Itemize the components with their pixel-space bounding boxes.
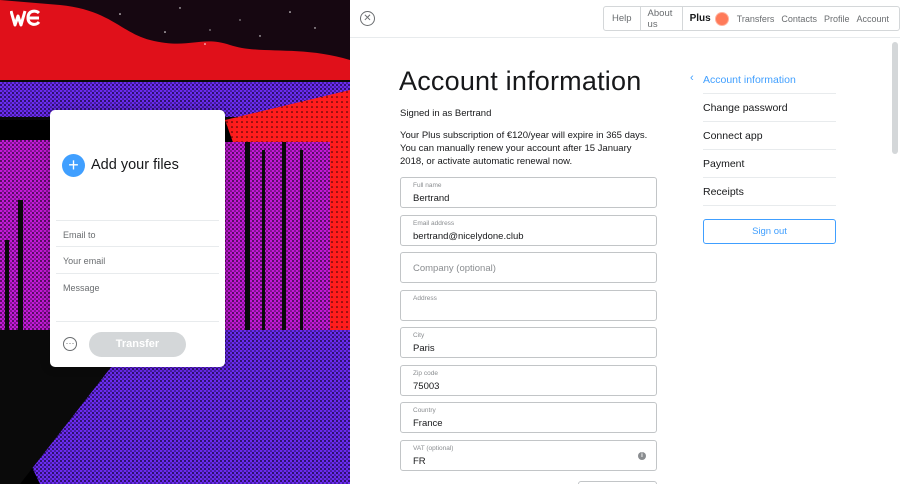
chevron-left-icon: ‹ <box>690 72 694 84</box>
page-title: Account information <box>399 66 642 96</box>
subscription-text: Your Plus subscription of €120/year will… <box>400 130 648 167</box>
avatar[interactable] <box>714 11 729 26</box>
account-side-menu: ‹ Account information Change password Co… <box>690 66 836 206</box>
side-item-label: Account information <box>703 73 796 86</box>
nav-profile[interactable]: Profile <box>824 14 850 24</box>
field-value: 75003 <box>413 381 440 392</box>
company-field[interactable]: Company (optional) <box>400 252 657 283</box>
email-to-field[interactable]: Email to <box>56 220 219 247</box>
close-icon[interactable]: ✕ <box>360 11 375 26</box>
side-item-payment[interactable]: Payment <box>703 150 836 178</box>
top-navigation: Help About us Plus Transfers Contacts Pr… <box>603 6 900 31</box>
scrollbar[interactable] <box>892 42 898 154</box>
field-label: VAT (optional) <box>413 445 454 452</box>
side-item-connect-app[interactable]: Connect app <box>703 122 836 150</box>
side-item-label: Connect app <box>703 129 763 142</box>
illustration-panel: + Add your files Email to Your email Mes… <box>0 0 350 484</box>
zip-code-field[interactable]: Zip code 75003 <box>400 365 657 396</box>
city-field[interactable]: City Paris <box>400 327 657 358</box>
country-field[interactable]: Country France <box>400 402 657 433</box>
plus-label[interactable]: Plus <box>690 13 711 24</box>
nav-plus-group: Plus Transfers Contacts Profile Account <box>683 7 899 30</box>
upload-card: + Add your files Email to Your email Mes… <box>50 110 225 367</box>
signed-in-text: Signed in as Bertrand <box>400 108 492 119</box>
field-placeholder: Company (optional) <box>413 263 496 274</box>
more-options-icon[interactable]: ··· <box>63 337 77 351</box>
field-label: Zip code <box>413 370 438 377</box>
field-label: Full name <box>413 182 442 189</box>
wetransfer-logo-icon[interactable] <box>10 9 41 27</box>
field-value: Bertrand <box>413 193 450 204</box>
address-field[interactable]: Address <box>400 290 657 321</box>
side-item-label: Payment <box>703 157 745 170</box>
message-field[interactable]: Message <box>56 274 219 322</box>
sign-out-button[interactable]: Sign out <box>703 219 836 244</box>
field-value: France <box>413 418 443 429</box>
your-email-field[interactable]: Your email <box>56 247 219 274</box>
nav-contacts[interactable]: Contacts <box>781 14 817 24</box>
field-value: FR <box>413 456 426 467</box>
top-divider <box>350 37 900 38</box>
field-label: City <box>413 332 425 339</box>
transfer-button[interactable]: Transfer <box>89 332 186 357</box>
field-value: Paris <box>413 343 435 354</box>
field-value: bertrand@nicelydone.club <box>413 231 524 242</box>
add-files-label[interactable]: Add your files <box>91 157 179 173</box>
nav-account[interactable]: Account <box>856 14 889 24</box>
nav-help[interactable]: Help <box>604 7 641 30</box>
email-address-field[interactable]: Email address bertrand@nicelydone.club <box>400 215 657 246</box>
nav-about-us[interactable]: About us <box>641 7 683 30</box>
side-item-change-password[interactable]: Change password <box>703 94 836 122</box>
side-item-label: Receipts <box>703 185 744 198</box>
field-label: Address <box>413 295 437 302</box>
info-icon[interactable]: i <box>638 452 646 460</box>
vat-field[interactable]: VAT (optional) FR i <box>400 440 657 471</box>
full-name-field[interactable]: Full name Bertrand <box>400 177 657 208</box>
nav-transfers[interactable]: Transfers <box>737 14 775 24</box>
field-label: Country <box>413 407 436 414</box>
field-label: Email address <box>413 220 455 227</box>
side-item-account-information[interactable]: ‹ Account information <box>690 66 836 94</box>
side-item-receipts[interactable]: Receipts <box>703 178 836 206</box>
add-files-button[interactable]: + <box>62 154 85 177</box>
plus-icon: + <box>68 155 79 175</box>
side-item-label: Change password <box>703 101 788 114</box>
